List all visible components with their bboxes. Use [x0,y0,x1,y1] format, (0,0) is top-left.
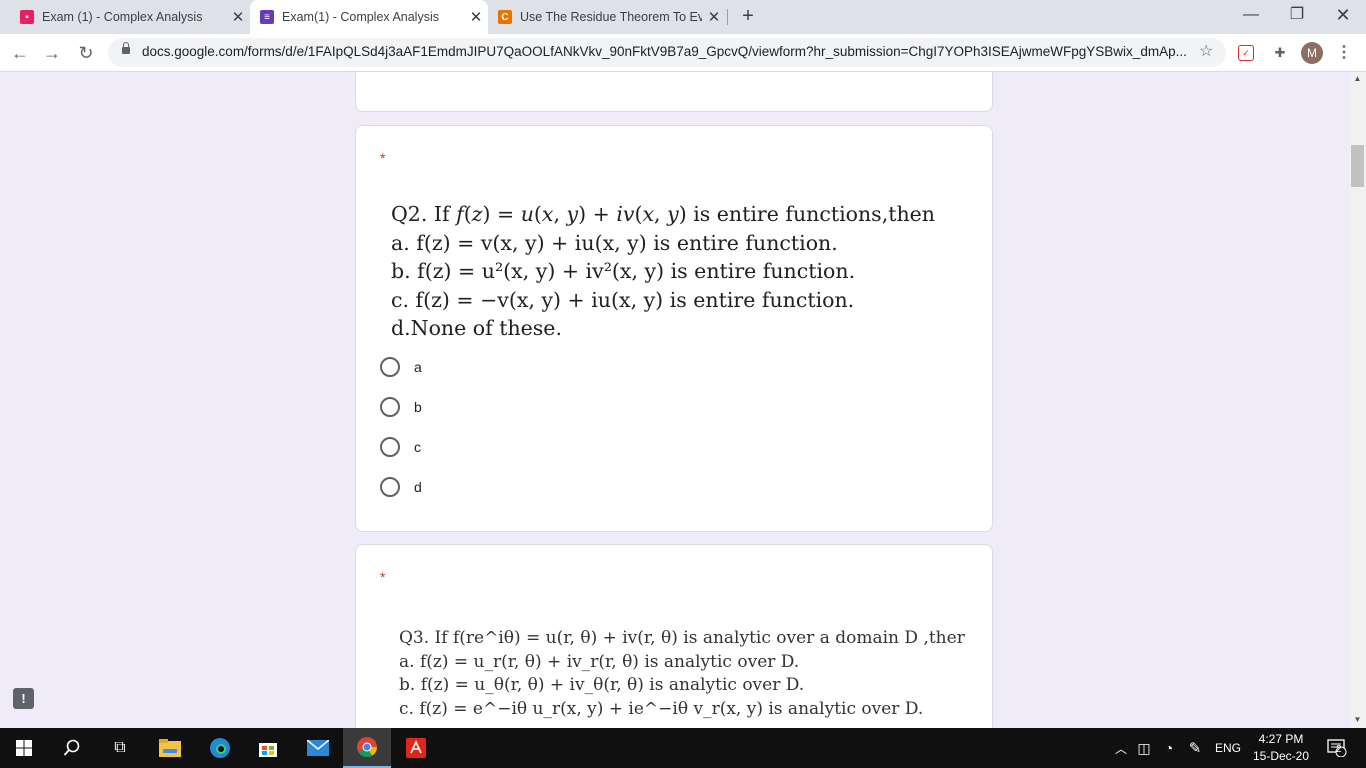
mail-icon[interactable] [294,728,342,768]
option-d[interactable]: d [380,477,422,497]
clock[interactable]: 4:27 PM 15-Dec-20 [1246,731,1316,765]
wifi-icon[interactable]: ◔ [1158,728,1180,768]
notification-count: 2 [1336,744,1342,755]
address-bar[interactable]: docs.google.com/forms/d/e/1FAIpQLSd4j3aA… [108,38,1226,67]
search-icon[interactable] [48,728,96,768]
q2-line-a: a. f(z) = v(x, y) + iu(x, y) is entire f… [391,230,838,255]
radio-button[interactable] [380,357,400,377]
option-label: a [414,359,422,375]
chrome-icon[interactable] [343,728,391,768]
question-card-q1 [355,72,993,112]
radio-button[interactable] [380,437,400,457]
radio-button[interactable] [380,477,400,497]
option-b[interactable]: b [380,397,422,417]
tab-title: Use The Residue Theorem To Eva [520,10,702,24]
scroll-thumb[interactable] [1351,145,1364,187]
restore-button[interactable]: ❐ [1274,0,1320,34]
option-label: b [414,399,422,415]
required-asterisk: * [380,150,386,166]
tab-strip: ▪ Exam (1) - Complex Analysis ✕ ≡ Exam(1… [0,0,1366,34]
lock-icon [122,42,130,54]
store-icon[interactable] [244,728,292,768]
tab-exam-forms[interactable]: ≡ Exam(1) - Complex Analysis ✕ [250,0,488,34]
edge-icon[interactable] [196,728,244,768]
q3-line-a: a. f(z) = u_r(r, θ) + iv_r(r, θ) is anal… [399,651,800,672]
scroll-up-icon[interactable]: ▲ [1349,74,1366,83]
scroll-down-icon[interactable]: ▼ [1349,715,1366,724]
tab-title: Exam(1) - Complex Analysis [282,10,439,24]
question-card-q3: * Q3. If f(re^iθ) = u(r, θ) + iv(r, θ) i… [355,544,993,728]
chevron-up-icon[interactable]: ︿ [1112,728,1130,768]
tab-exam-1[interactable]: ▪ Exam (1) - Complex Analysis ✕ [0,0,250,34]
back-button[interactable]: ← [6,39,34,67]
windows-start-icon[interactable] [0,728,48,768]
q3-line-b: b. f(z) = u_θ(r, θ) + iv_θ(r, θ) is anal… [399,675,805,695]
file-explorer-icon[interactable] [146,728,194,768]
bookmark-star-icon[interactable]: ☆ [1199,41,1213,61]
question-card-q2: * Q2. If f(z) = u(x, y) + iv(x, y) is en… [355,125,993,532]
q3-line-c: c. f(z) = e^−iθ u_r(x, y) + ie^−iθ v_r(x… [399,698,924,719]
option-a[interactable]: a [380,357,422,377]
forms-icon: ≡ [260,10,274,24]
classroom-icon: ▪ [20,10,34,24]
minimize-button[interactable]: — [1228,0,1274,34]
radio-button[interactable] [380,397,400,417]
profile-avatar[interactable]: M [1301,42,1323,64]
clock-time: 4:27 PM [1258,732,1304,746]
language-indicator[interactable]: ENG [1210,728,1246,768]
tab-chegg[interactable]: C Use The Residue Theorem To Eva ✕ [488,0,726,34]
question-image-q3: Q3. If f(re^iθ) = u(r, θ) + iv(r, θ) is … [399,627,965,721]
close-icon[interactable]: ✕ [226,8,250,26]
acrobat-icon[interactable] [392,728,440,768]
meet-now-icon[interactable]: ◫ [1134,728,1154,768]
browser-toolbar: ← → ↻ docs.google.com/forms/d/e/1FAIpQLS… [0,34,1366,72]
question-image-q2: Q2. If f(z) = u(x, y) + iv(x, y) is enti… [391,200,935,343]
tab-title: Exam (1) - Complex Analysis [42,10,203,24]
close-window-button[interactable]: ✕ [1320,0,1366,34]
forward-button[interactable]: → [38,39,66,67]
form-page: * Q2. If f(z) = u(x, y) + iv(x, y) is en… [0,72,1366,728]
q2-line-d: d.None of these. [391,316,562,340]
page-scrollbar[interactable]: ▲ ▼ [1349,72,1366,728]
q2-line-b: b. f(z) = u²(x, y) + iv²(x, y) is entire… [391,259,856,283]
option-c[interactable]: c [380,437,421,457]
q2-stem: Q2. If f(z) = u(x, y) + iv(x, y) is enti… [391,202,935,226]
chegg-icon: C [498,10,512,24]
url-text[interactable]: docs.google.com/forms/d/e/1FAIpQLSd4j3aA… [142,44,1192,59]
close-icon[interactable]: ✕ [464,8,488,26]
q2-line-c: c. f(z) = −v(x, y) + iu(x, y) is entire … [391,287,855,312]
new-tab-button[interactable]: + [736,4,760,28]
clock-date: 15-Dec-20 [1252,749,1310,763]
option-label: d [414,479,422,495]
task-view-icon[interactable]: ⧉ [96,728,144,768]
option-label: c [414,439,421,455]
menu-kebab-icon[interactable]: ⋮ [1334,43,1354,63]
reload-button[interactable]: ↻ [72,39,100,67]
extensions-puzzle-icon[interactable]: ✚ [1270,43,1290,63]
pocket-extension-icon[interactable]: ✓ [1238,45,1254,61]
close-icon[interactable]: ✕ [702,8,726,26]
tab-separator [727,9,728,25]
notifications-icon[interactable]: 2 [1320,728,1354,768]
windows-taskbar: ⧉ ︿ ◫ ◔ ✎ ENG 4:27 PM 15-Dec-20 2 [0,728,1366,768]
required-asterisk: * [380,569,386,585]
q3-stem: Q3. If f(re^iθ) = u(r, θ) + iv(r, θ) is … [399,628,965,648]
feedback-icon[interactable]: ! [13,688,34,709]
pen-icon[interactable]: ✎ [1184,728,1206,768]
